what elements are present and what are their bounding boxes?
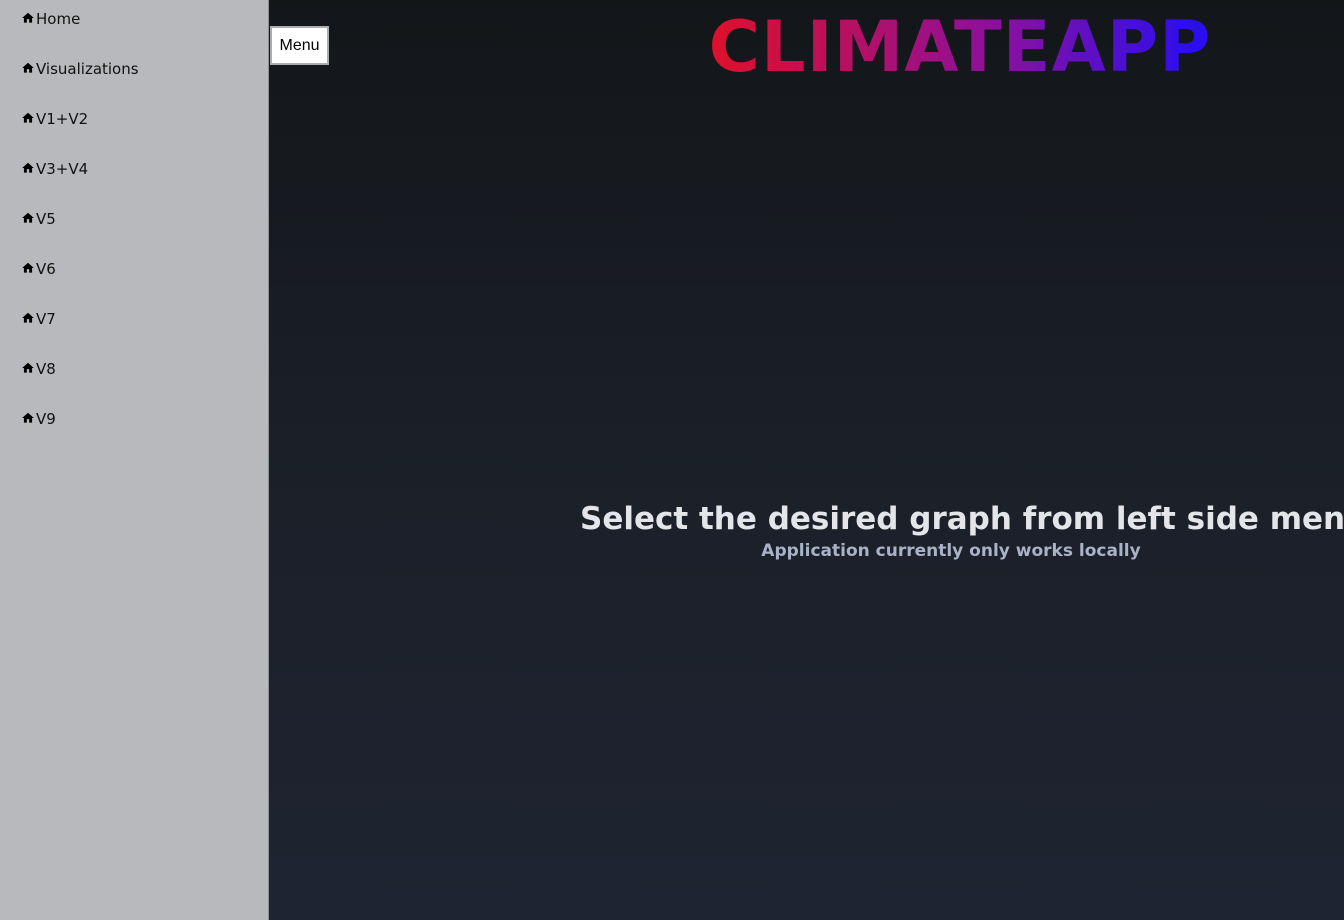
sidebar-item-v6[interactable]: V6 [0,250,268,300]
app-brand-title: CLIMATEAPP [540,6,1344,88]
home-icon [22,162,34,173]
home-icon [22,262,34,273]
sidebar-item-v3-v4[interactable]: V3+V4 [0,150,268,200]
sidebar-item-label: V3+V4 [36,160,89,178]
empty-state-message: Select the desired graph from left side … [580,498,1344,562]
sidebar-item-visualizations[interactable]: Visualizations [0,50,268,100]
sidebar-menu: Home Visualizations V1+V2 V3+V4 V5 V6 V7… [0,0,269,920]
sidebar-item-home[interactable]: Home [0,0,268,50]
sidebar-item-v9[interactable]: V9 [0,400,268,450]
sidebar-item-label: V9 [36,410,56,428]
sidebar-item-label: V7 [36,310,56,328]
sidebar-item-label: V1+V2 [36,110,89,128]
sidebar-item-label: V5 [36,210,56,228]
sidebar-item-label: Home [36,10,81,28]
home-icon [22,412,34,423]
home-icon [22,212,34,223]
home-icon [22,112,34,123]
menu-toggle-button[interactable]: Menu [270,26,329,65]
empty-state-subheading: Application currently only works locally [761,541,1141,561]
sidebar-item-v5[interactable]: V5 [0,200,268,250]
sidebar-item-v1-v2[interactable]: V1+V2 [0,100,268,150]
home-icon [22,362,34,373]
app-root: Home Visualizations V1+V2 V3+V4 V5 V6 V7… [0,0,1344,920]
sidebar-item-v7[interactable]: V7 [0,300,268,350]
sidebar-item-label: V8 [36,360,56,378]
home-icon [22,312,34,323]
home-icon [22,62,34,73]
empty-state-heading: Select the desired graph from left side … [580,501,1344,537]
home-icon [22,12,34,23]
sidebar-item-v8[interactable]: V8 [0,350,268,400]
sidebar-item-label: Visualizations [36,60,139,78]
sidebar-item-label: V6 [36,260,56,278]
sidebar-nav-list: Home Visualizations V1+V2 V3+V4 V5 V6 V7… [0,0,268,450]
